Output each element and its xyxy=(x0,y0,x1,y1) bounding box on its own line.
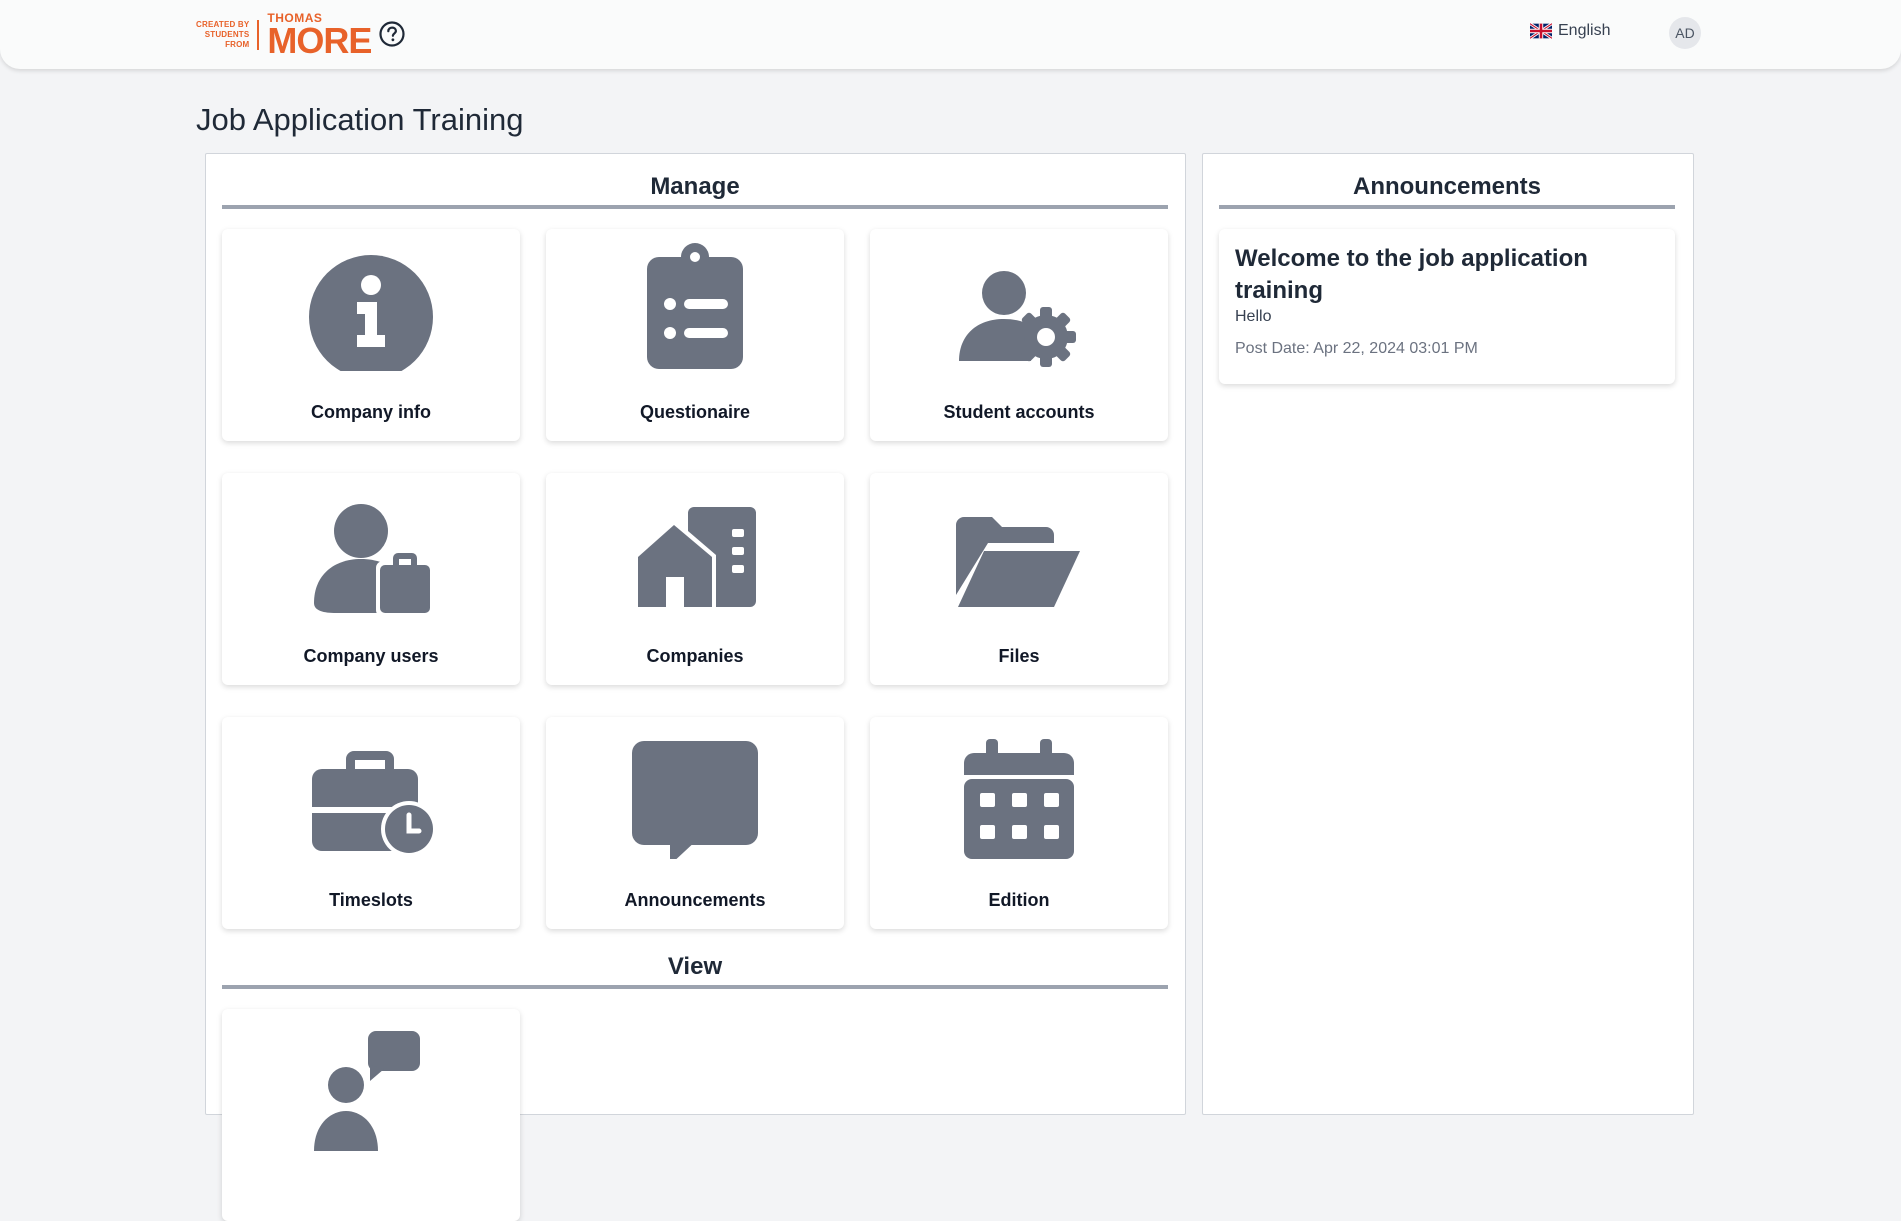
company-users-card[interactable]: Company users xyxy=(222,473,520,685)
user-comment-icon xyxy=(314,1031,420,1151)
house-building-icon xyxy=(634,507,756,607)
calendar-icon xyxy=(964,739,1074,859)
view-heading: View xyxy=(222,953,1168,989)
card-label: Company info xyxy=(311,402,431,422)
questionaire-card[interactable]: Questionaire xyxy=(546,229,844,441)
announcement-item[interactable]: Welcome to the job application training … xyxy=(1219,229,1675,384)
clipboard-list-icon xyxy=(647,243,743,369)
question-circle-icon[interactable] xyxy=(378,20,406,48)
page-title: Job Application Training xyxy=(196,102,524,137)
briefcase-clock-icon xyxy=(312,751,436,857)
user-gear-icon xyxy=(959,271,1076,367)
language-label: English xyxy=(1558,22,1611,39)
logo-main-text: MORE xyxy=(267,19,372,61)
language-selector[interactable]: English xyxy=(1530,22,1610,40)
files-card[interactable]: Files xyxy=(870,473,1168,685)
message-icon xyxy=(632,741,758,859)
card-label: Company users xyxy=(303,646,439,666)
companies-card[interactable]: Companies xyxy=(546,473,844,685)
user-avatar[interactable]: AD xyxy=(1669,17,1701,49)
card-label: Edition xyxy=(988,890,1050,910)
manage-heading: Manage xyxy=(222,173,1168,209)
announcements-heading: Announcements xyxy=(1219,173,1675,209)
card-label: Timeslots xyxy=(329,890,413,910)
card-label: Questionaire xyxy=(639,402,751,422)
card-label: Announcements xyxy=(624,890,766,910)
top-navbar: CREATED BY STUDENTS FROM THOMAS MORE Eng… xyxy=(0,0,1901,69)
announcements-card[interactable]: Announcements xyxy=(546,717,844,929)
logo-tagline: CREATED BY STUDENTS FROM xyxy=(196,19,260,50)
announcement-title: Welcome to the job application training xyxy=(1235,245,1588,304)
card-label: Files xyxy=(998,646,1040,666)
card-label: Companies xyxy=(646,646,744,666)
student-accounts-card[interactable]: Student accounts xyxy=(870,229,1168,441)
thomas-more-logo[interactable]: CREATED BY STUDENTS FROM THOMAS MORE xyxy=(196,12,372,61)
user-briefcase-icon xyxy=(314,504,434,615)
uk-flag-icon xyxy=(1530,23,1552,39)
timeslots-card[interactable]: Timeslots xyxy=(222,717,520,929)
info-circle-icon xyxy=(309,255,433,371)
view-card[interactable] xyxy=(222,1009,520,1221)
announcement-body: Hello xyxy=(1235,308,1272,325)
edition-card[interactable]: Edition xyxy=(870,717,1168,929)
card-label: Student accounts xyxy=(943,402,1095,422)
announcement-date: Post Date: Apr 22, 2024 03:01 PM xyxy=(1235,340,1478,357)
folder-open-icon xyxy=(956,517,1080,607)
company-info-card[interactable]: Company info xyxy=(222,229,520,441)
